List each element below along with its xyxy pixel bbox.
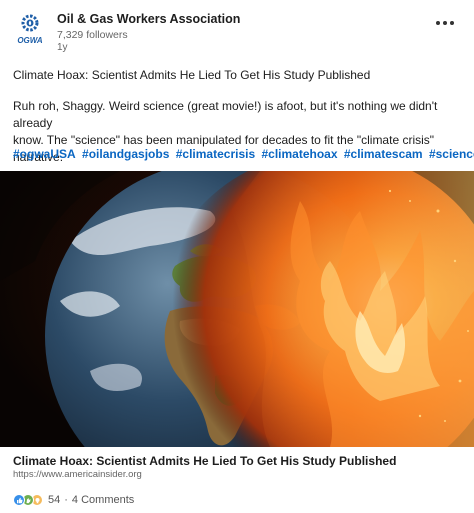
article-image[interactable]: [0, 171, 474, 447]
link-preview[interactable]: Climate Hoax: Scientist Admits He Lied T…: [0, 447, 474, 485]
hashtag-link[interactable]: #science: [429, 147, 474, 161]
reaction-count[interactable]: 54: [48, 494, 60, 506]
follower-count: 7,329 followers: [57, 29, 128, 41]
more-options-icon[interactable]: [436, 20, 454, 26]
link-preview-url: https://www.americainsider.org: [13, 469, 142, 480]
company-logo[interactable]: OGWA: [10, 12, 50, 48]
hashtag-link[interactable]: #climatescam: [344, 147, 423, 161]
svg-text:OGWA: OGWA: [17, 36, 43, 45]
hashtag-link[interactable]: #oilandgasjobs: [82, 147, 169, 161]
post-header: OGWA Oil & Gas Workers Association 7,329…: [0, 0, 474, 60]
post-body-line: Ruh roh, Shaggy. Weird science (great mo…: [13, 99, 438, 130]
post-headline: Climate Hoax: Scientist Admits He Lied T…: [13, 68, 371, 82]
hashtag-link[interactable]: #climatehoax: [261, 147, 337, 161]
post-age: 1y: [57, 42, 68, 53]
hashtag-link[interactable]: #ogwaUSA: [13, 147, 76, 161]
hashtag-link[interactable]: #climatecrisis: [176, 147, 255, 161]
hashtag-list: #ogwaUSA #oilandgasjobs #climatecrisis #…: [13, 147, 474, 161]
like-icon: [13, 494, 25, 506]
separator-dot: ·: [64, 494, 68, 506]
comment-count[interactable]: 4 Comments: [72, 494, 134, 506]
social-counts: 54 · 4 Comments: [13, 492, 134, 508]
author-name[interactable]: Oil & Gas Workers Association: [57, 12, 240, 26]
link-preview-title[interactable]: Climate Hoax: Scientist Admits He Lied T…: [13, 454, 396, 468]
